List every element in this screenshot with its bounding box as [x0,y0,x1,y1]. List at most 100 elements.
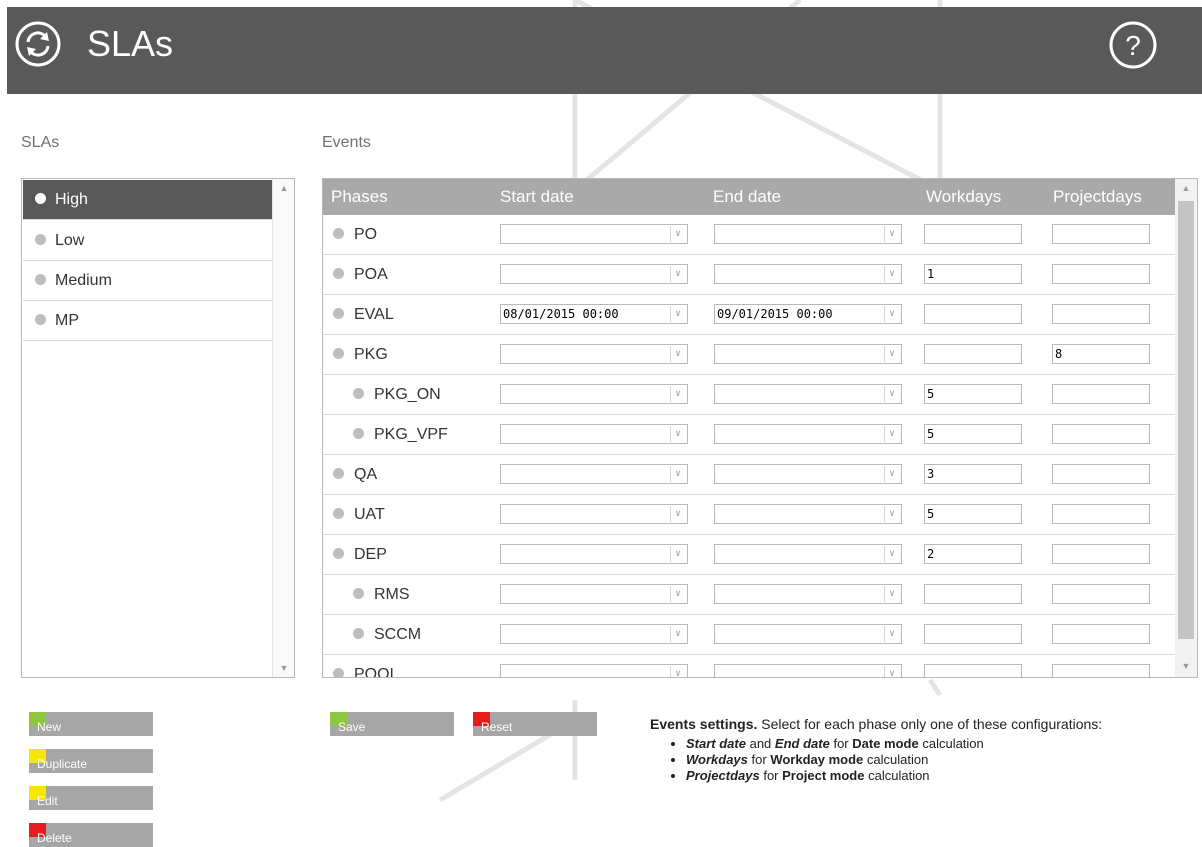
projectdays-input[interactable]: 8 [1052,344,1150,364]
phase-cell: RMS [353,575,410,615]
projectdays-input[interactable] [1052,384,1150,404]
dropdown-arrow-icon[interactable]: ∨ [884,346,899,362]
dropdown-arrow-icon[interactable]: ∨ [670,666,685,677]
start-date-combo[interactable]: ∨ [500,424,688,444]
dropdown-arrow-icon[interactable]: ∨ [670,466,685,482]
sla-item-high[interactable]: High [23,180,272,220]
workdays-input[interactable] [924,584,1022,604]
scroll-up-icon[interactable]: ▲ [1175,183,1197,193]
table-row: PO ∨ ∨ [323,215,1175,255]
end-date-combo[interactable]: ∨ [714,344,902,364]
end-date-combo[interactable]: ∨ [714,264,902,284]
projectdays-input[interactable] [1052,224,1150,244]
end-date-combo[interactable]: ∨ [714,384,902,404]
workdays-input[interactable] [924,304,1022,324]
dropdown-arrow-icon[interactable]: ∨ [670,426,685,442]
workdays-input[interactable]: 5 [924,424,1022,444]
projectdays-input[interactable] [1052,264,1150,284]
start-date-combo[interactable]: ∨ [500,224,688,244]
dropdown-arrow-icon[interactable]: ∨ [884,586,899,602]
start-date-combo[interactable]: 08/01/2015 00:00 ∨ [500,304,688,324]
start-date-combo[interactable]: ∨ [500,264,688,284]
projectdays-input[interactable] [1052,664,1150,677]
workdays-input[interactable]: 1 [924,264,1022,284]
projectdays-input[interactable] [1052,464,1150,484]
scrollbar-thumb[interactable] [1178,201,1194,639]
projectdays-input[interactable] [1052,304,1150,324]
dot-icon [333,267,344,279]
start-date-combo[interactable]: ∨ [500,344,688,364]
new-button[interactable]: New [29,712,153,736]
dropdown-arrow-icon[interactable]: ∨ [670,506,685,522]
end-date-combo[interactable]: ∨ [714,464,902,484]
scroll-down-icon[interactable]: ▼ [273,663,295,673]
dropdown-arrow-icon[interactable]: ∨ [884,226,899,242]
dot-icon [353,387,364,399]
workdays-input[interactable] [924,624,1022,644]
end-date-combo[interactable]: 09/01/2015 00:00 ∨ [714,304,902,324]
dropdown-arrow-icon[interactable]: ∨ [670,386,685,402]
duplicate-button[interactable]: Duplicate [29,749,153,773]
sla-section-label: SLAs [21,134,60,151]
dot-icon [333,227,344,239]
end-date-combo[interactable]: ∨ [714,624,902,644]
sla-item-low[interactable]: Low [23,221,272,261]
dropdown-arrow-icon[interactable]: ∨ [670,226,685,242]
sla-list-scrollbar[interactable]: ▲ ▼ [272,179,294,677]
dropdown-arrow-icon[interactable]: ∨ [884,426,899,442]
delete-button[interactable]: Delete [29,823,153,847]
phase-cell: DEP [333,535,387,575]
dropdown-arrow-icon[interactable]: ∨ [884,386,899,402]
start-date-combo[interactable]: ∨ [500,504,688,524]
help-icon[interactable]: ? [1108,20,1158,70]
dropdown-arrow-icon[interactable]: ∨ [670,306,685,322]
end-date-combo[interactable]: ∨ [714,224,902,244]
dropdown-arrow-icon[interactable]: ∨ [670,266,685,282]
start-date-combo[interactable]: ∨ [500,544,688,564]
end-date-combo[interactable]: ∨ [714,424,902,444]
projectdays-input[interactable] [1052,624,1150,644]
workdays-input[interactable]: 3 [924,464,1022,484]
table-row: EVAL 08/01/2015 00:00 ∨ 09/01/2015 00:00 ∨ [323,295,1175,335]
end-date-combo[interactable]: ∨ [714,584,902,604]
workdays-input[interactable]: 5 [924,504,1022,524]
workdays-input[interactable] [924,224,1022,244]
reset-button[interactable]: Reset [473,712,597,736]
dropdown-arrow-icon[interactable]: ∨ [670,546,685,562]
workdays-input[interactable] [924,344,1022,364]
table-row: QA ∨ ∨ 3 [323,455,1175,495]
dropdown-arrow-icon[interactable]: ∨ [884,506,899,522]
edit-button[interactable]: Edit [29,786,153,810]
dropdown-arrow-icon[interactable]: ∨ [670,626,685,642]
projectdays-input[interactable] [1052,424,1150,444]
start-date-combo[interactable]: ∨ [500,664,688,677]
dropdown-arrow-icon[interactable]: ∨ [884,266,899,282]
scroll-down-icon[interactable]: ▼ [1175,661,1197,671]
projectdays-input[interactable] [1052,504,1150,524]
end-date-combo[interactable]: ∨ [714,664,902,677]
events-scrollbar[interactable]: ▲ ▼ [1175,179,1197,677]
save-button[interactable]: Save [330,712,454,736]
dropdown-arrow-icon[interactable]: ∨ [884,306,899,322]
dropdown-arrow-icon[interactable]: ∨ [884,666,899,677]
projectdays-input[interactable] [1052,584,1150,604]
end-date-combo[interactable]: ∨ [714,504,902,524]
start-date-combo[interactable]: ∨ [500,384,688,404]
end-date-combo[interactable]: ∨ [714,544,902,564]
start-date-combo[interactable]: ∨ [500,584,688,604]
projectdays-input[interactable] [1052,544,1150,564]
dropdown-arrow-icon[interactable]: ∨ [884,546,899,562]
dropdown-arrow-icon[interactable]: ∨ [670,346,685,362]
start-date-combo[interactable]: ∨ [500,624,688,644]
sla-item-mp[interactable]: MP [23,301,272,341]
dropdown-arrow-icon[interactable]: ∨ [884,626,899,642]
sla-item-medium[interactable]: Medium [23,261,272,301]
dropdown-arrow-icon[interactable]: ∨ [884,466,899,482]
phase-cell: PKG_ON [353,375,441,415]
start-date-combo[interactable]: ∨ [500,464,688,484]
scroll-up-icon[interactable]: ▲ [273,183,295,193]
dropdown-arrow-icon[interactable]: ∨ [670,586,685,602]
workdays-input[interactable]: 5 [924,384,1022,404]
workdays-input[interactable] [924,664,1022,677]
workdays-input[interactable]: 2 [924,544,1022,564]
